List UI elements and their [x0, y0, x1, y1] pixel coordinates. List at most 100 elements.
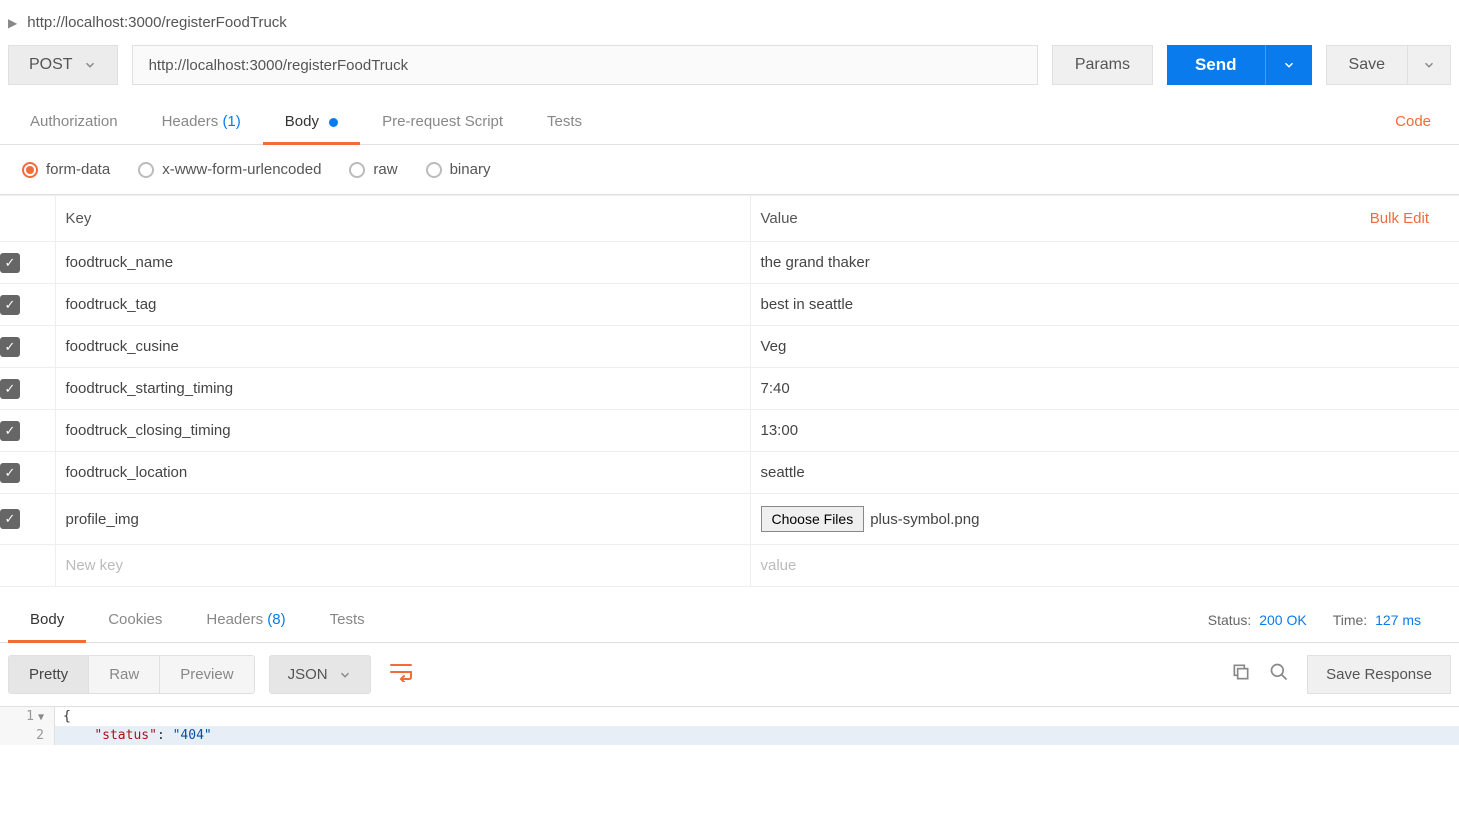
table-row[interactable]: ✓ profile_imgChoose Filesplus-symbol.png	[0, 494, 1459, 545]
radio-icon	[138, 162, 154, 178]
save-button-group: Save	[1326, 45, 1451, 85]
row-checkbox[interactable]: ✓	[0, 295, 20, 315]
request-tabs: Authorization Headers (1) Body Pre-reque…	[0, 99, 1459, 145]
bulk-edit-link[interactable]: Bulk Edit	[1370, 210, 1429, 227]
save-button[interactable]: Save	[1326, 45, 1408, 85]
view-raw-button[interactable]: Raw	[89, 656, 160, 693]
tab-headers[interactable]: Headers (1)	[140, 99, 263, 144]
chevron-down-icon	[83, 58, 97, 72]
row-key[interactable]: foodtruck_starting_timing	[55, 368, 750, 410]
tab-tests[interactable]: Tests	[525, 99, 604, 144]
row-checkbox[interactable]: ✓	[0, 463, 20, 483]
save-dropdown[interactable]	[1408, 45, 1451, 85]
time-block: Time: 127 ms	[1333, 612, 1421, 628]
row-key[interactable]: foodtruck_location	[55, 452, 750, 494]
send-dropdown[interactable]	[1265, 45, 1312, 85]
tab-headers-count: (1)	[222, 113, 240, 130]
row-value[interactable]: 13:00	[750, 410, 1459, 452]
response-status-area: Status: 200 OK Time: 127 ms	[1208, 612, 1451, 628]
tab-authorization[interactable]: Authorization	[8, 99, 140, 144]
breadcrumb-url: http://localhost:3000/registerFoodTruck	[27, 14, 287, 31]
send-button[interactable]: Send	[1167, 45, 1265, 85]
radio-icon	[426, 162, 442, 178]
choose-files-button[interactable]: Choose Files	[761, 506, 865, 532]
tab-prerequest[interactable]: Pre-request Script	[360, 99, 525, 144]
row-key[interactable]: foodtruck_closing_timing	[55, 410, 750, 452]
row-checkbox[interactable]: ✓	[0, 379, 20, 399]
copy-icon[interactable]	[1231, 662, 1251, 688]
tab-body-label: Body	[285, 113, 319, 130]
time-label: Time:	[1333, 612, 1367, 628]
response-tab-headers-count: (8)	[267, 611, 285, 628]
row-value[interactable]: 7:40	[750, 368, 1459, 410]
body-type-radios: form-data x-www-form-urlencoded raw bina…	[0, 145, 1459, 195]
gutter-line-2: 2	[0, 726, 55, 745]
row-checkbox[interactable]: ✓	[0, 509, 20, 529]
row-value[interactable]: seattle	[750, 452, 1459, 494]
table-row-new[interactable]: New key value	[0, 545, 1459, 587]
response-tab-body[interactable]: Body	[8, 597, 86, 642]
url-input[interactable]	[132, 45, 1038, 85]
tab-body[interactable]: Body	[263, 99, 360, 144]
table-key-header: Key	[55, 196, 750, 242]
chevron-down-icon	[1422, 58, 1436, 72]
radio-urlencoded-label: x-www-form-urlencoded	[162, 161, 321, 178]
row-value[interactable]: best in seattle	[750, 284, 1459, 326]
radio-icon	[22, 162, 38, 178]
params-button[interactable]: Params	[1052, 45, 1153, 85]
row-checkbox[interactable]: ✓	[0, 337, 20, 357]
row-key[interactable]: foodtruck_cusine	[55, 326, 750, 368]
radio-form-data[interactable]: form-data	[22, 161, 110, 178]
tab-headers-label: Headers	[162, 113, 219, 130]
code-link[interactable]: Code	[1375, 99, 1451, 144]
row-key[interactable]: profile_img	[55, 494, 750, 545]
response-format-value: JSON	[288, 666, 328, 683]
response-tab-cookies[interactable]: Cookies	[86, 597, 184, 642]
row-value[interactable]: Veg	[750, 326, 1459, 368]
row-checkbox[interactable]: ✓	[0, 421, 20, 441]
radio-raw[interactable]: raw	[349, 161, 397, 178]
table-value-header: Value Bulk Edit	[750, 196, 1459, 242]
gutter-line-1: 1▼	[0, 707, 55, 726]
table-row[interactable]: ✓ foodtruck_tagbest in seattle	[0, 284, 1459, 326]
table-row[interactable]: ✓ foodtruck_locationseattle	[0, 452, 1459, 494]
row-value[interactable]: the grand thaker	[750, 242, 1459, 284]
radio-icon	[349, 162, 365, 178]
table-row[interactable]: ✓ foodtruck_starting_timing7:40	[0, 368, 1459, 410]
http-method-value: POST	[29, 56, 73, 74]
table-row[interactable]: ✓ foodtruck_closing_timing13:00	[0, 410, 1459, 452]
response-tab-tests[interactable]: Tests	[308, 597, 387, 642]
response-toolbar: Pretty Raw Preview JSON Save Response	[0, 643, 1459, 706]
radio-form-data-label: form-data	[46, 161, 110, 178]
radio-urlencoded[interactable]: x-www-form-urlencoded	[138, 161, 321, 178]
table-row[interactable]: ✓ foodtruck_cusineVeg	[0, 326, 1459, 368]
new-key-input[interactable]: New key	[55, 545, 750, 587]
row-checkbox[interactable]: ✓	[0, 253, 20, 273]
radio-binary-label: binary	[450, 161, 491, 178]
code-line-2: "status": "404"	[55, 726, 1459, 745]
modified-dot-icon	[329, 118, 338, 127]
radio-binary[interactable]: binary	[426, 161, 491, 178]
chevron-down-icon	[1282, 58, 1296, 72]
request-bar: POST Params Send Save	[0, 45, 1459, 99]
row-key[interactable]: foodtruck_name	[55, 242, 750, 284]
view-pretty-button[interactable]: Pretty	[9, 656, 89, 693]
time-value: 127 ms	[1375, 612, 1421, 628]
row-value[interactable]: Choose Filesplus-symbol.png	[750, 494, 1459, 545]
response-tab-headers[interactable]: Headers (8)	[184, 597, 307, 642]
view-preview-button[interactable]: Preview	[160, 656, 253, 693]
response-tabs: Body Cookies Headers (8) Tests Status: 2…	[0, 597, 1459, 643]
row-key[interactable]: foodtruck_tag	[55, 284, 750, 326]
view-mode-toggle: Pretty Raw Preview	[8, 655, 255, 694]
http-method-select[interactable]: POST	[8, 45, 118, 85]
status-label: Status:	[1208, 612, 1252, 628]
response-body-editor[interactable]: 1▼ { 2 "status": "404"	[0, 706, 1459, 745]
search-icon[interactable]	[1269, 662, 1289, 688]
table-check-header	[0, 196, 55, 242]
chevron-down-icon	[338, 668, 352, 682]
new-value-input[interactable]: value	[750, 545, 1459, 587]
save-response-button[interactable]: Save Response	[1307, 655, 1451, 694]
response-format-select[interactable]: JSON	[269, 655, 371, 694]
table-row[interactable]: ✓ foodtruck_namethe grand thaker	[0, 242, 1459, 284]
wrap-lines-icon[interactable]	[385, 658, 417, 692]
